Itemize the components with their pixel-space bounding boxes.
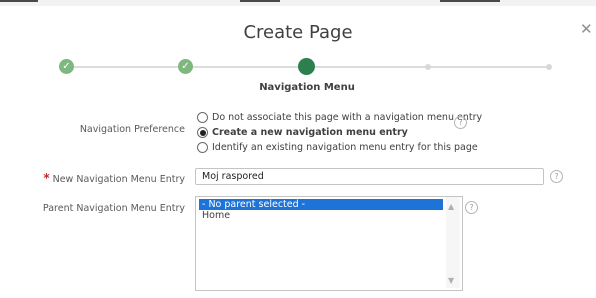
listbox-scrollbar[interactable]: ▲ ▼ <box>446 197 460 288</box>
required-marker: * <box>43 171 50 185</box>
wizard-step-current <box>298 58 315 75</box>
wizard-step-5-pending <box>546 64 552 70</box>
progress-track-pending <box>315 66 551 68</box>
navigation-preference-label: Navigation Preference <box>79 124 185 135</box>
radio-label: Do not associate this page with a naviga… <box>212 112 483 123</box>
help-icon[interactable]: ? <box>465 201 478 214</box>
top-strip-line <box>240 0 280 2</box>
list-option-selected[interactable]: - No parent selected - <box>199 199 443 210</box>
dialog-title: Create Page <box>243 22 353 43</box>
wizard-current-step-label: Navigation Menu <box>259 82 355 93</box>
scroll-down-icon[interactable]: ▼ <box>448 276 454 285</box>
top-strip <box>0 0 596 6</box>
close-icon[interactable]: ✕ <box>580 22 593 37</box>
new-entry-label-text: New Navigation Menu Entry <box>52 174 185 185</box>
parent-navigation-menu-entry-listbox[interactable]: - No parent selected - Home <box>195 196 463 291</box>
list-option[interactable]: Home <box>199 210 443 221</box>
radio-button[interactable] <box>197 142 208 153</box>
help-icon[interactable]: ? <box>454 116 467 129</box>
radio-button[interactable] <box>197 112 208 123</box>
parent-entry-label: Parent Navigation Menu Entry <box>42 203 185 214</box>
scroll-up-icon[interactable]: ▲ <box>448 202 454 211</box>
top-strip-line <box>440 0 500 2</box>
new-entry-label: * New Navigation Menu Entry <box>20 171 185 185</box>
wizard-step-4-pending <box>425 64 431 70</box>
radio-label: Identify an existing navigation menu ent… <box>212 142 478 153</box>
radio-label: Create a new navigation menu entry <box>212 127 408 138</box>
wizard-step-2-complete: ✓ <box>178 59 193 74</box>
radio-button[interactable] <box>197 127 208 138</box>
help-icon[interactable]: ? <box>550 170 563 183</box>
wizard-step-1-complete: ✓ <box>59 59 74 74</box>
new-navigation-menu-entry-input[interactable] <box>195 168 544 185</box>
top-strip-line <box>0 0 38 2</box>
